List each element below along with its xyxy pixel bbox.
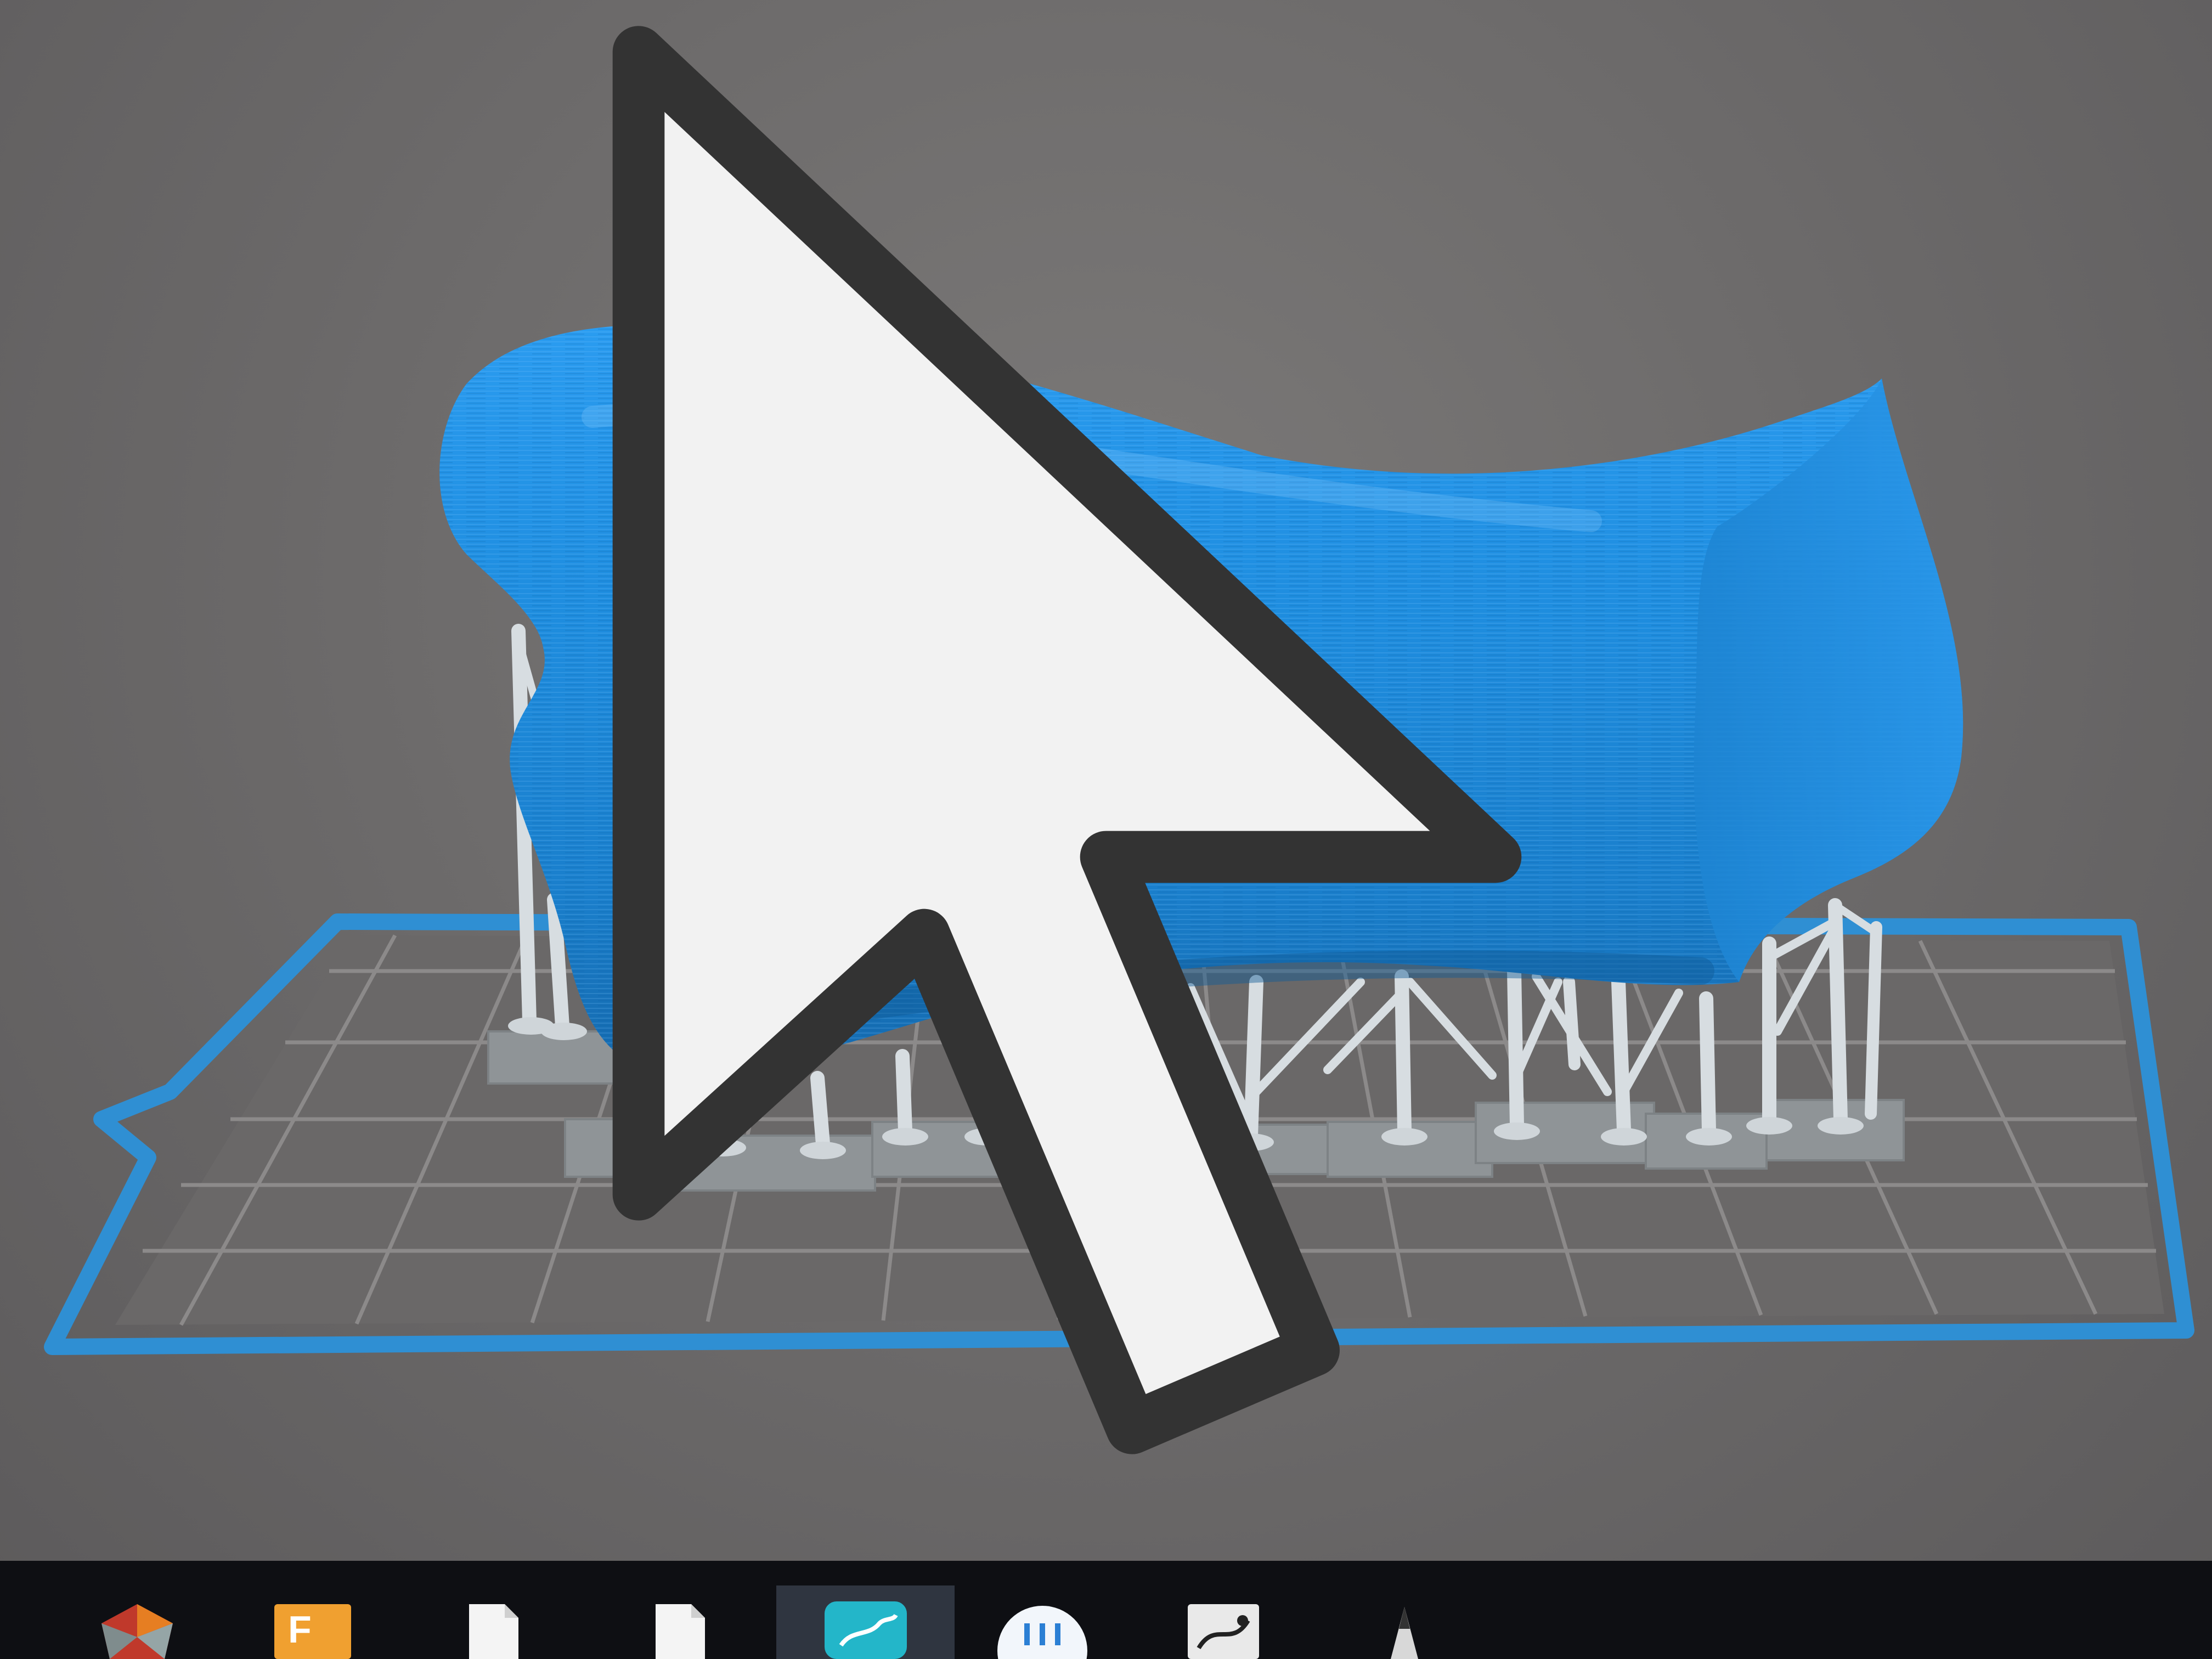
arrow-cursor-icon (612, 26, 1522, 1454)
taskbar-item-motion-app[interactable] (1169, 1594, 1278, 1659)
pen-tool-icon (1358, 1599, 1451, 1659)
taskbar-item-pen-tool[interactable] (1350, 1594, 1459, 1659)
document-icon (444, 1599, 538, 1659)
taskbar-item-preform[interactable] (776, 1585, 955, 1659)
preform-icon (819, 1599, 912, 1659)
meshmixer-icon (91, 1599, 184, 1659)
3d-viewport[interactable] (0, 0, 2212, 1558)
svg-text:F: F (288, 1608, 312, 1651)
taskbar-item-fusion-360[interactable]: F (258, 1594, 368, 1659)
fusion-360-icon: F (266, 1599, 359, 1659)
motion-app-icon (1177, 1599, 1270, 1659)
document-icon-2 (631, 1599, 724, 1659)
taskbar-item-app-circle[interactable] (988, 1594, 1097, 1659)
taskbar: F (0, 1561, 2212, 1659)
screen: F (0, 0, 2212, 1659)
app-circle-icon (996, 1599, 1089, 1659)
taskbar-item-meshmixer[interactable] (82, 1594, 192, 1659)
taskbar-item-document[interactable] (444, 1594, 538, 1659)
taskbar-item-document-2[interactable] (631, 1594, 724, 1659)
